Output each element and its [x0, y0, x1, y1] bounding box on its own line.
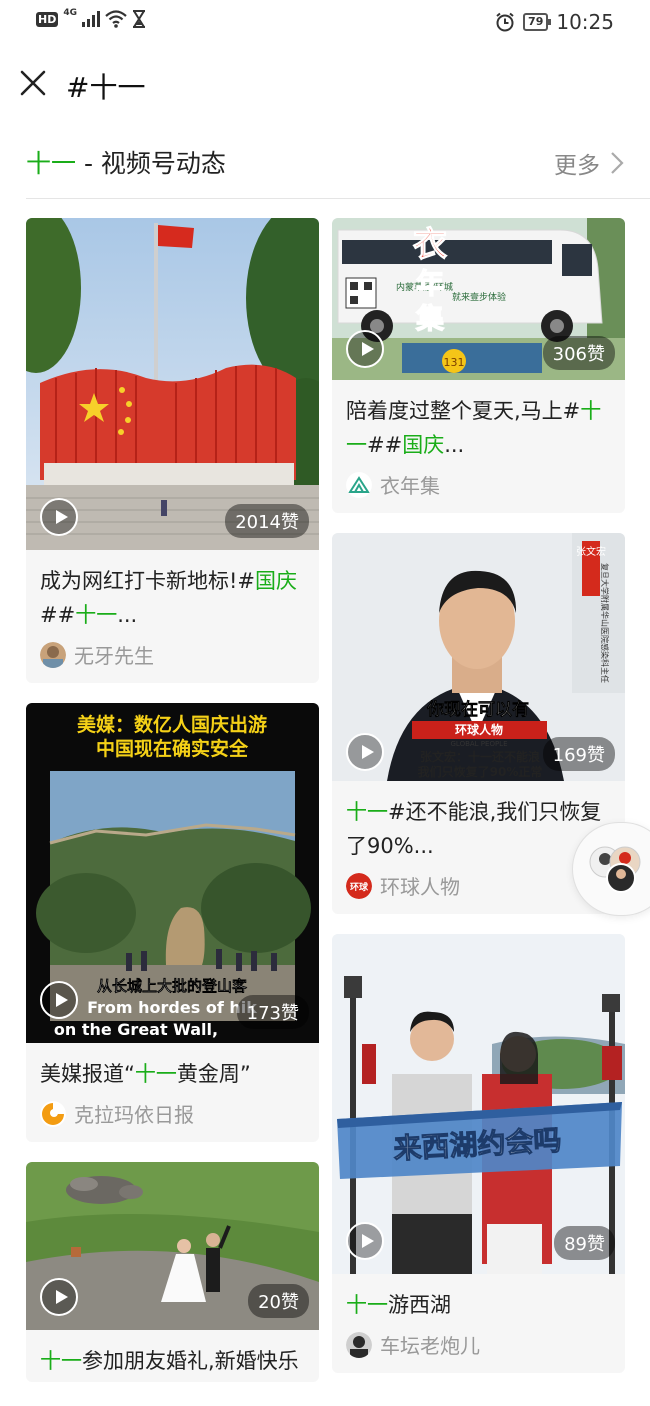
- overlay-subtitle: on the Great Wall,: [54, 1020, 218, 1039]
- overlay-caption: 张文宏：十一还不能浪: [420, 749, 540, 764]
- section-title-rest: - 视频号动态: [76, 149, 226, 178]
- play-icon[interactable]: [346, 1222, 384, 1260]
- status-bar: HD 4G 79 10:25: [0, 0, 650, 44]
- overlay-headline: 中国现在确实安全: [96, 737, 249, 760]
- author[interactable]: 无牙先生: [26, 636, 319, 683]
- overlay-side-caption: 复旦大学附属华山医院感染科主任: [600, 563, 610, 683]
- signal-icon: [82, 11, 100, 27]
- video-thumbnail[interactable]: 20赞: [26, 1162, 319, 1330]
- divider: [26, 198, 650, 199]
- play-icon[interactable]: [346, 733, 384, 771]
- overlay-vertical-title: 年: [416, 267, 444, 300]
- more-link[interactable]: 更多: [554, 146, 624, 180]
- card-title[interactable]: 十一游西湖: [332, 1274, 625, 1326]
- like-count: 169赞: [542, 737, 615, 771]
- video-thumbnail[interactable]: 2014赞: [26, 218, 319, 550]
- top-bar: #十一: [0, 58, 650, 110]
- author-name: 无牙先生: [74, 644, 154, 668]
- author-name: 克拉玛依日报: [74, 1103, 194, 1127]
- play-icon[interactable]: [40, 1278, 78, 1316]
- wifi-icon: [105, 10, 127, 28]
- page-title: #十一: [66, 71, 146, 104]
- overlay-logo: 环球人物: [455, 722, 503, 737]
- hd-icon: HD: [36, 11, 59, 27]
- author[interactable]: 衣年集: [332, 466, 625, 513]
- overlay-vertical-title: 衣: [413, 225, 447, 265]
- network-type: 4G: [63, 8, 77, 18]
- floating-avatars-icon: [589, 846, 641, 893]
- section-title-highlight: 十一: [26, 149, 77, 178]
- overlay-vertical-title: 集: [415, 302, 444, 335]
- author-name: 衣年集: [380, 474, 440, 498]
- section-header: 十一 - 视频号动态 更多: [26, 138, 624, 188]
- feed-column-left: 2014赞 成为网红打卡新地标!#国庆##十一... 无牙先生 美媒：数亿人国庆…: [26, 218, 319, 1402]
- like-count: 89赞: [554, 1226, 615, 1260]
- video-card[interactable]: 来西湖约会吗 89赞 十一游西湖 车坛老炮儿: [332, 934, 625, 1373]
- thumbnail-image: 来西湖约会吗: [332, 934, 625, 1274]
- overlay-caption: 我们只恢复了90%正常: [418, 764, 543, 779]
- overlay-tag: 张文宏: [576, 545, 606, 558]
- video-thumbnail[interactable]: 美媒：数亿人国庆出游 中国现在确实安全 从长城上大批的登山客 From hord…: [26, 703, 319, 1043]
- status-time: 10:25: [556, 10, 614, 34]
- chevron-right-icon: [611, 152, 624, 174]
- overlay-subtitle: 你现在可以有: [426, 699, 529, 720]
- video-thumbnail[interactable]: 内蒙草原/环城 就来壹步体验 衣 年 集 131 306赞: [332, 218, 625, 380]
- card-title[interactable]: 陪着度过整个夏天,马上#十一##国庆...: [332, 380, 625, 466]
- thumbnail-image: [26, 218, 319, 550]
- author-avatar: [40, 641, 66, 668]
- svg-text:环球: 环球: [350, 881, 369, 893]
- card-title[interactable]: 美媒报道“十一黄金周”: [26, 1043, 319, 1095]
- author[interactable]: 克拉玛依日报: [26, 1095, 319, 1142]
- alarm-icon: [496, 12, 514, 32]
- overlay-subtitle: 从长城上大批的登山客: [97, 977, 248, 995]
- section-title: 十一 - 视频号动态: [26, 144, 226, 180]
- author-avatar: [40, 1100, 66, 1127]
- like-count: 2014赞: [225, 504, 309, 538]
- author-avatar: [346, 1331, 372, 1358]
- play-icon[interactable]: [40, 498, 78, 536]
- feed-column-right: 内蒙草原/环城 就来壹步体验 衣 年 集 131 306赞 陪着度过整个夏天,马…: [332, 218, 625, 1393]
- battery-icon: 79: [523, 13, 552, 31]
- video-card[interactable]: 美媒：数亿人国庆出游 中国现在确实安全 从长城上大批的登山客 From hord…: [26, 703, 319, 1142]
- more-label: 更多: [554, 153, 600, 179]
- overlay-subtitle: From hordes of hik: [87, 998, 257, 1017]
- video-card[interactable]: 20赞 十一参加朋友婚礼,新婚快乐: [26, 1162, 319, 1382]
- card-title[interactable]: 十一参加朋友婚礼,新婚快乐: [26, 1330, 319, 1382]
- like-count: 173赞: [236, 995, 309, 1029]
- video-thumbnail[interactable]: 张文宏 复旦大学附属华山医院感染科主任 你现在可以有 环球人物 GLOBAL P…: [332, 533, 625, 781]
- video-thumbnail[interactable]: 来西湖约会吗 89赞: [332, 934, 625, 1274]
- video-card[interactable]: 内蒙草原/环城 就来壹步体验 衣 年 集 131 306赞 陪着度过整个夏天,马…: [332, 218, 625, 513]
- hourglass-icon: [133, 10, 145, 28]
- author-name: 环球人物: [380, 875, 460, 899]
- overlay-logo-en: GLOBAL PEOPLE: [451, 740, 508, 748]
- card-title[interactable]: 成为网红打卡新地标!#国庆##十一...: [26, 550, 319, 636]
- play-icon[interactable]: [346, 330, 384, 368]
- author-name: 车坛老炮儿: [380, 1334, 480, 1358]
- play-icon[interactable]: [40, 981, 78, 1019]
- author[interactable]: 车坛老炮儿: [332, 1326, 625, 1373]
- author-avatar: [346, 471, 372, 498]
- close-icon[interactable]: [18, 68, 48, 98]
- video-card[interactable]: 2014赞 成为网红打卡新地标!#国庆##十一... 无牙先生: [26, 218, 319, 683]
- van-sign: 就来壹步体验: [452, 291, 506, 303]
- like-count: 20赞: [248, 1284, 309, 1318]
- overlay-headline: 美媒：数亿人国庆出游: [77, 713, 267, 736]
- author-avatar: 环球: [346, 872, 372, 899]
- overlay-badge: 131: [444, 356, 465, 369]
- like-count: 306赞: [542, 336, 615, 370]
